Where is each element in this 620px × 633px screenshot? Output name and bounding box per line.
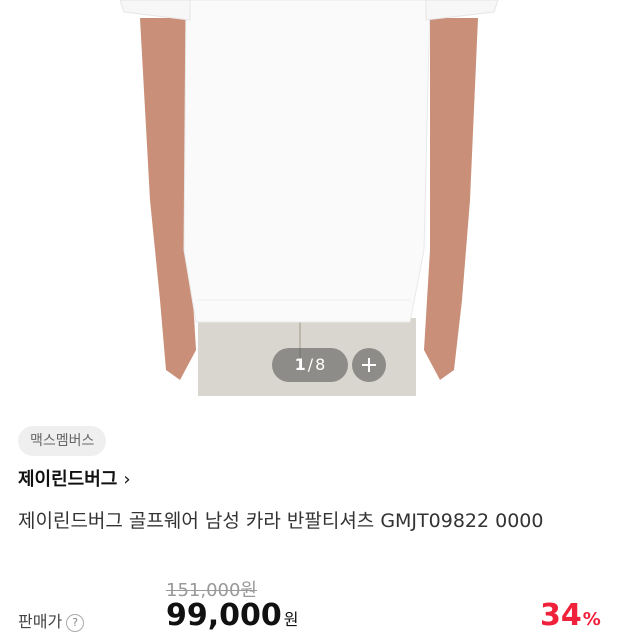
product-image-gallery[interactable]: 1/8 [0, 0, 620, 396]
discount-rate: 34% [540, 598, 601, 633]
image-counter-total: 8 [315, 355, 326, 374]
price-label: 판매가? [18, 608, 85, 632]
sale-price: 99,000 원 [166, 598, 299, 633]
sale-price-value: 99,000 [166, 598, 282, 633]
image-counter: 1/8 [272, 348, 348, 382]
product-title: 제이린드버그 골프웨어 남성 카라 반팔티셔츠 GMJT09822 0000 [18, 510, 544, 532]
zoom-plus-icon[interactable] [352, 348, 386, 382]
chevron-right-icon: › [123, 469, 131, 490]
image-counter-separator: / [307, 355, 314, 374]
help-icon[interactable]: ? [66, 613, 85, 632]
brand-name: 제이린드버그 [18, 469, 118, 490]
brand-link[interactable]: 제이린드버그 › [18, 466, 131, 494]
price-label-text: 판매가 [18, 612, 63, 631]
discount-value: 34 [540, 598, 582, 633]
image-counter-current: 1 [294, 355, 306, 374]
membership-badge[interactable]: 맥스멤버스 [18, 426, 107, 456]
product-photo [119, 0, 499, 396]
